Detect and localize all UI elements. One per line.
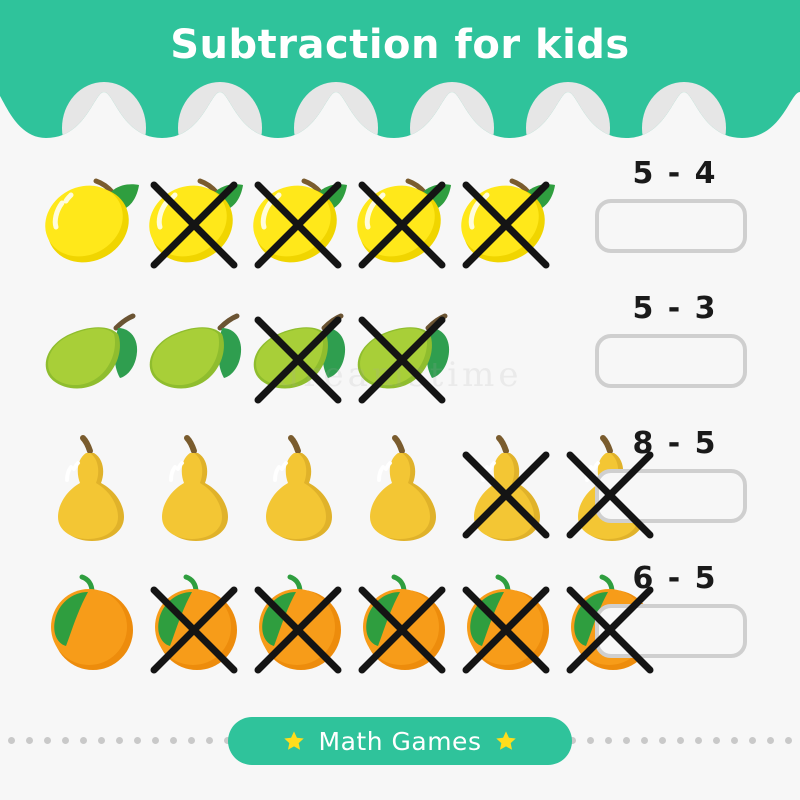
footer-dot [134,736,141,744]
footer-dot [170,736,177,744]
cross-out-icon [150,586,238,673]
answer-box[interactable] [595,334,747,388]
equation-text: 5 - 3 [632,291,718,326]
fruit-item [350,294,454,412]
cross-out-icon [150,181,238,268]
footer-dot [695,736,702,744]
footer-dot [206,736,213,744]
footer-dot [641,736,648,744]
problem-row: 6 - 5 [0,555,800,690]
cross-out-icon [358,181,446,268]
fruit-item [142,294,246,412]
math-games-button[interactable]: Math Games [228,717,572,765]
cross-out-icon [462,451,550,538]
cross-out-icon [358,316,446,403]
page-title: Subtraction for kids [170,22,630,68]
fruit-item [142,564,246,682]
fruit-item [558,429,662,547]
fruit-item [246,564,350,682]
footer-dot [116,736,123,744]
problem-rows: 5 - 4 5 - 3 8 - 56 - 5 [0,150,800,690]
cross-out-icon [254,316,342,403]
math-games-label: Math Games [318,726,482,756]
footer-dot [80,736,87,744]
fruit-item [246,159,350,277]
cross-out-icon [566,451,654,538]
fruit-item [350,159,454,277]
footer-dot [587,736,594,744]
footer-dot [623,736,630,744]
footer-dot [8,736,15,744]
star-icon-left [283,731,304,750]
fruit-item [38,159,142,277]
fruit-item [246,294,350,412]
answer-box[interactable] [595,199,747,253]
pear-icon [370,434,436,541]
footer-dot [26,736,33,744]
footer-dot [767,736,774,744]
footer-dot [44,736,51,744]
fruit-item [350,429,454,547]
mango-icon [45,313,138,388]
pear-icon [58,434,124,541]
footer-dot [749,736,756,744]
page-footer: Math Games [0,705,800,775]
equation-block: 5 - 4 [595,156,755,253]
footer-dot [713,736,720,744]
cross-out-icon [358,586,446,673]
footer-dot [659,736,666,744]
fruit-item [558,564,662,682]
problem-row: 5 - 3 [0,285,800,420]
fruit-item [454,159,558,277]
fruit-item [454,429,558,547]
footer-dot [188,736,195,744]
cross-out-icon [462,586,550,673]
orange-icon [51,574,133,670]
worksheet-page: Subtraction for kids dreamstime 5 - 45 -… [0,0,800,800]
equation-block: 5 - 3 [595,291,755,388]
footer-dot [605,736,612,744]
footer-dot [62,736,69,744]
footer-dot [731,736,738,744]
fruit-item [454,564,558,682]
fruit-item [38,294,142,412]
page-header: Subtraction for kids [0,0,800,145]
fruit-item [38,429,142,547]
pear-icon [162,434,228,541]
star-icon-right [496,731,517,750]
fruit-strip [38,150,558,285]
problem-row: 5 - 4 [0,150,800,285]
fruit-strip [38,420,662,555]
cross-out-icon [566,586,654,673]
footer-dot [677,736,684,744]
fruit-strip [38,555,662,690]
fruit-strip [38,285,454,420]
footer-dot [152,736,159,744]
equation-text: 5 - 4 [632,156,718,191]
fruit-item [350,564,454,682]
cross-out-icon [254,586,342,673]
fruit-item [38,564,142,682]
fruit-item [246,429,350,547]
footer-dot [785,736,792,744]
footer-dot [98,736,105,744]
problem-row: 8 - 5 [0,420,800,555]
fruit-item [142,159,246,277]
lemon-icon [45,178,139,262]
fruit-item [142,429,246,547]
pear-icon [266,434,332,541]
cross-out-icon [254,181,342,268]
mango-icon [149,313,242,388]
cross-out-icon [462,181,550,268]
